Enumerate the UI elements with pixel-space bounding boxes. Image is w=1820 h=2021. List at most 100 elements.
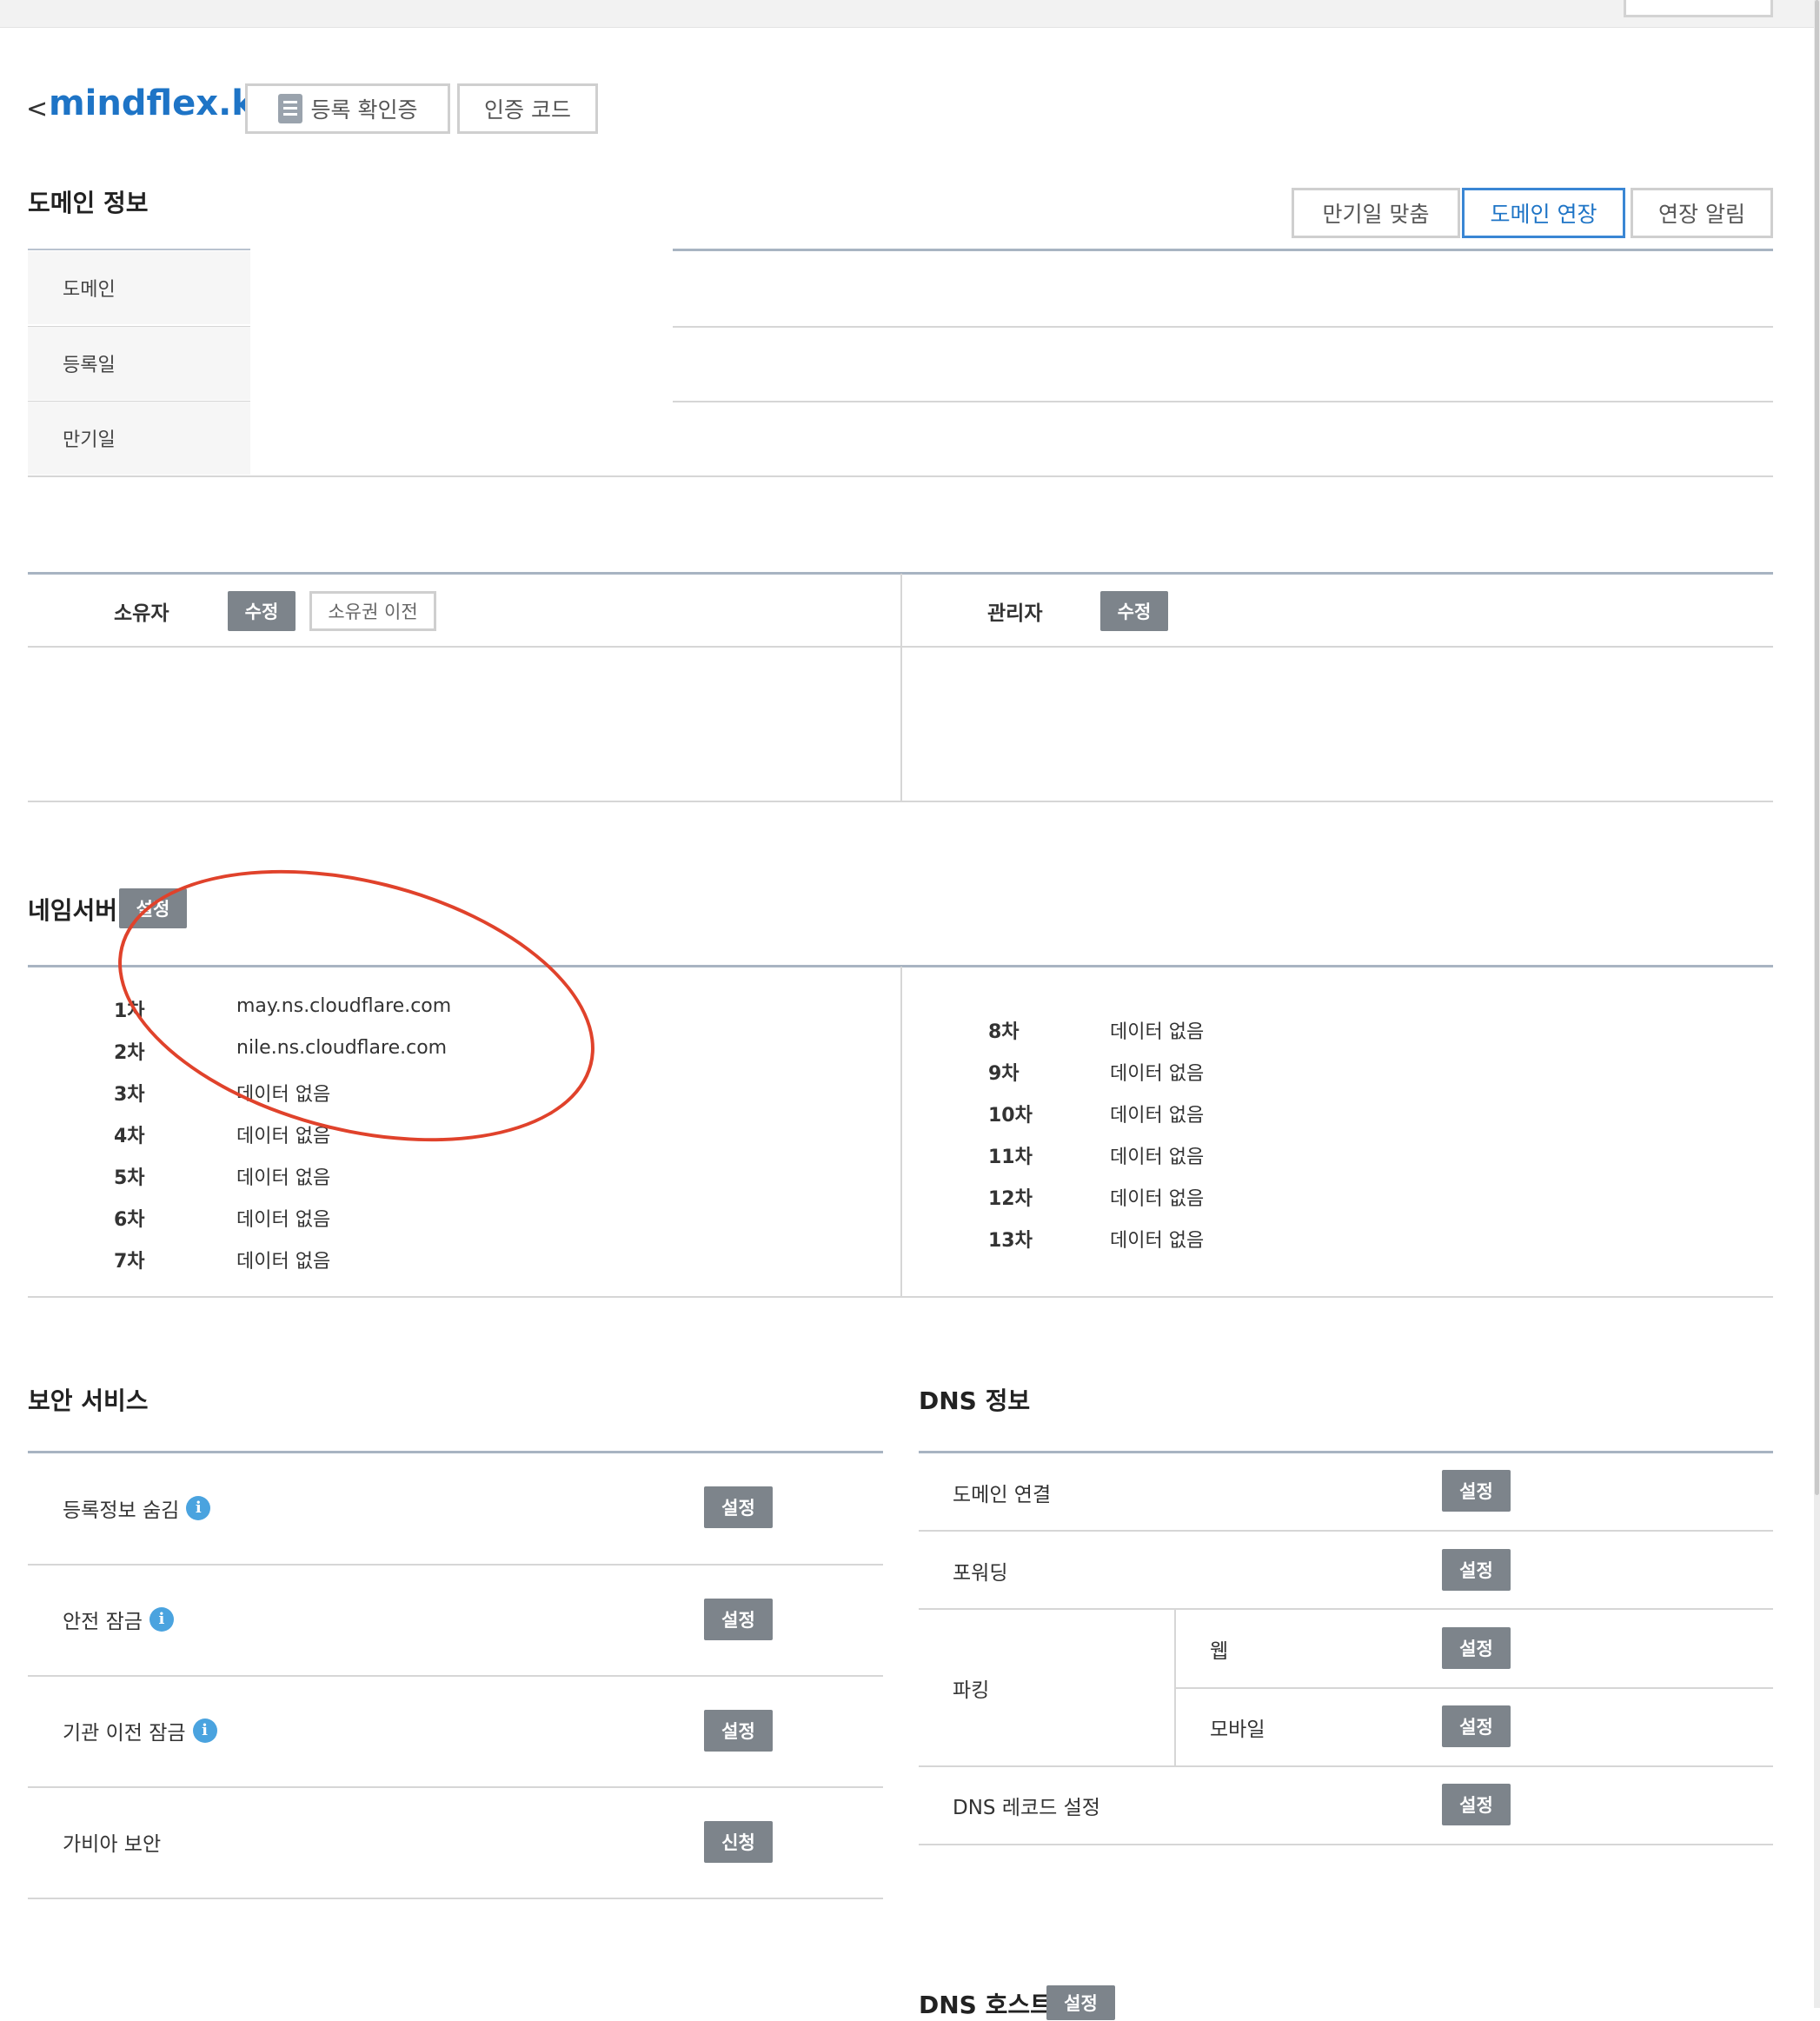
ns-number: 6차 xyxy=(114,1209,145,1231)
ns-number: 2차 xyxy=(114,1042,145,1064)
divider xyxy=(28,475,1773,477)
ns-value: 데이터 없음 xyxy=(1110,1021,1205,1043)
page-title: mindflex.kr xyxy=(49,83,272,123)
back-icon[interactable]: < xyxy=(26,94,48,124)
security-title: 보안 서비스 xyxy=(28,1386,149,1415)
parking-mobile-label: 모바일 xyxy=(1210,1719,1265,1741)
ns-number: 13차 xyxy=(988,1230,1033,1252)
info-icon[interactable]: i xyxy=(186,1496,211,1520)
dns-connect-label: 도메인 연결 xyxy=(953,1484,1052,1506)
domain-info-title: 도메인 정보 xyxy=(28,189,149,217)
divider xyxy=(673,249,1773,251)
ns-number: 7차 xyxy=(114,1251,145,1273)
extend-domain-button[interactable]: 도메인 연장 xyxy=(1462,188,1625,238)
security-item: 가비아 보안 xyxy=(63,1827,161,1857)
ns-number: 4차 xyxy=(114,1126,145,1147)
divider xyxy=(28,1564,883,1566)
ns-number: 3차 xyxy=(114,1084,145,1106)
info-icon[interactable]: i xyxy=(149,1607,174,1632)
divider xyxy=(919,1765,1773,1767)
divider xyxy=(673,401,1773,402)
scrollbar-thumb[interactable] xyxy=(1815,0,1819,1495)
security-item-label: 안전 잠금 xyxy=(63,1611,143,1633)
dns-connect-button[interactable]: 설정 xyxy=(1442,1470,1511,1512)
ns-value: 데이터 없음 xyxy=(1110,1063,1205,1085)
divider xyxy=(1174,1687,1773,1689)
admin-label: 관리자 xyxy=(987,602,1043,625)
security-item: 안전 잠금 i xyxy=(63,1605,174,1634)
extend-domain-label: 도메인 연장 xyxy=(1490,202,1597,227)
ns-number: 10차 xyxy=(988,1105,1033,1127)
divider xyxy=(28,249,250,250)
divider xyxy=(28,1786,883,1788)
renew-alert-label: 연장 알림 xyxy=(1658,202,1745,227)
divider xyxy=(28,801,1773,802)
ns-number: 5차 xyxy=(114,1167,145,1189)
dns-record-button[interactable]: 설정 xyxy=(1442,1784,1511,1825)
match-expiry-label: 만기일 맞춤 xyxy=(1322,202,1430,227)
divider xyxy=(28,1451,883,1453)
security-item-label: 등록정보 숨김 xyxy=(63,1499,180,1522)
auth-code-button-label: 인증 코드 xyxy=(484,97,571,123)
renew-alert-button[interactable]: 연장 알림 xyxy=(1631,188,1773,238)
ns-value: 데이터 없음 xyxy=(236,1209,331,1231)
top-toolbar xyxy=(0,0,1820,28)
match-expiry-button[interactable]: 만기일 맞춤 xyxy=(1292,188,1460,238)
divider xyxy=(919,1530,1773,1532)
divider xyxy=(900,574,902,801)
dns-host-title: DNS 호스트 xyxy=(919,1991,1053,2019)
divider xyxy=(900,967,902,1297)
ns-value: 데이터 없음 xyxy=(236,1126,331,1147)
divider xyxy=(919,1608,1773,1610)
nameserver-set-button[interactable]: 설정 xyxy=(119,888,187,928)
dns-info-title: DNS 정보 xyxy=(919,1386,1031,1415)
info-label-domain: 도메인 xyxy=(28,251,250,324)
parking-mobile-button[interactable]: 설정 xyxy=(1442,1705,1511,1747)
security-apply-button[interactable]: 신청 xyxy=(704,1821,773,1863)
owner-edit-button[interactable]: 수정 xyxy=(228,591,296,631)
security-item: 기관 이전 잠금 i xyxy=(63,1716,217,1745)
toolbar-button[interactable] xyxy=(1624,0,1773,17)
owner-transfer-button[interactable]: 소유권 이전 xyxy=(309,591,436,631)
ns-number: 12차 xyxy=(988,1188,1033,1210)
security-item-label: 가비아 보안 xyxy=(63,1833,162,1856)
admin-edit-button[interactable]: 수정 xyxy=(1100,591,1168,631)
info-label-registered: 등록일 xyxy=(28,327,250,400)
certificate-button-label: 등록 확인증 xyxy=(310,97,418,123)
ns-number: 11차 xyxy=(988,1147,1033,1168)
parking-web-label: 웹 xyxy=(1210,1640,1229,1663)
parking-web-button[interactable]: 설정 xyxy=(1442,1627,1511,1669)
dns-record-label: DNS 레코드 설정 xyxy=(953,1797,1100,1819)
forwarding-button[interactable]: 설정 xyxy=(1442,1549,1511,1591)
info-label-expiry: 만기일 xyxy=(28,402,250,475)
security-set-button[interactable]: 설정 xyxy=(704,1710,773,1752)
ns-value: 데이터 없음 xyxy=(1110,1147,1205,1168)
divider xyxy=(673,326,1773,328)
ns-value: 데이터 없음 xyxy=(1110,1230,1205,1252)
info-icon[interactable]: i xyxy=(192,1719,217,1743)
ns-value: 데이터 없음 xyxy=(236,1251,331,1273)
ns-number: 8차 xyxy=(988,1021,1020,1043)
ns-value: 데이터 없음 xyxy=(236,1084,331,1106)
ns-number: 9차 xyxy=(988,1063,1020,1085)
divider xyxy=(28,1675,883,1677)
security-item-label: 기관 이전 잠금 xyxy=(63,1722,186,1745)
document-icon xyxy=(277,94,302,123)
owner-label: 소유자 xyxy=(114,602,169,625)
security-set-button[interactable]: 설정 xyxy=(704,1599,773,1640)
ns-number: 1차 xyxy=(114,1001,145,1022)
ns-value: nile.ns.cloudflare.com xyxy=(236,1037,448,1059)
divider xyxy=(919,1451,1773,1453)
forwarding-label: 포워딩 xyxy=(953,1562,1008,1585)
divider xyxy=(919,1844,1773,1845)
ns-value: may.ns.cloudflare.com xyxy=(236,995,452,1017)
security-item: 등록정보 숨김 i xyxy=(63,1493,211,1523)
dns-host-set-button[interactable]: 설정 xyxy=(1046,1985,1115,2020)
owner-transfer-label: 소유권 이전 xyxy=(328,602,418,622)
security-set-button[interactable]: 설정 xyxy=(704,1486,773,1528)
divider xyxy=(28,1898,883,1899)
certificate-button[interactable]: 등록 확인증 xyxy=(245,83,450,134)
auth-code-button[interactable]: 인증 코드 xyxy=(457,83,598,134)
divider xyxy=(28,1296,1773,1298)
nameserver-title: 네임서버 xyxy=(28,896,118,925)
